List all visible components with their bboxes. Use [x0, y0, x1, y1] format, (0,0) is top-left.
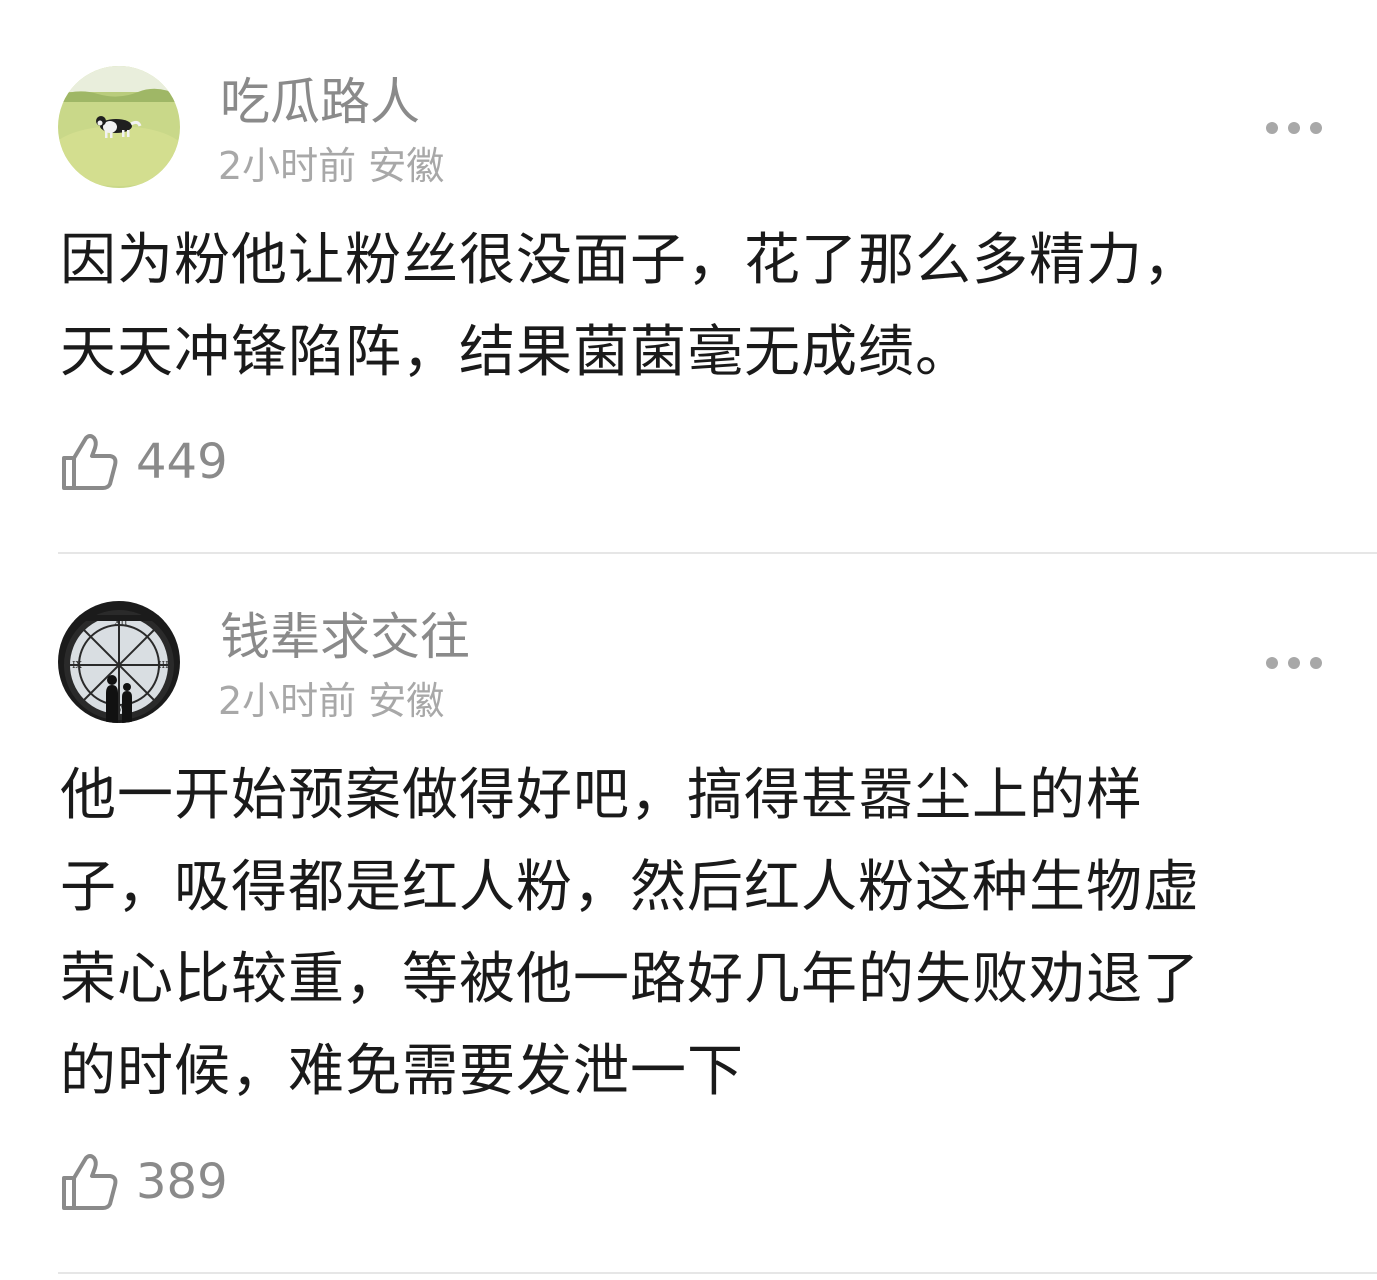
svg-text:IX: IX	[72, 661, 83, 671]
comment-text: 他一开始预案做得好吧，搞得甚嚣尘上的样 子，吸得都是红人粉，然后红人粉这种生物虚…	[60, 750, 1310, 1118]
comment-text-line: 天天冲锋陷阵，结果菌菌毫无成绩。	[60, 320, 972, 385]
comment-text-line: 他一开始预案做得好吧，搞得甚嚣尘上的样	[60, 763, 1143, 828]
user-avatar[interactable]	[58, 66, 180, 188]
comment-text-line: 因为粉他让粉丝很没面子，花了那么多精力，	[60, 228, 1200, 293]
comment-divider	[58, 1272, 1377, 1274]
comment-time: 2小时前	[218, 144, 357, 188]
comment-divider	[58, 552, 1377, 554]
comment-meta: 2小时前 安徽	[218, 678, 444, 724]
username[interactable]: 吃瓜路人	[220, 72, 420, 132]
more-dots-icon	[1266, 122, 1322, 134]
more-button[interactable]	[1262, 118, 1326, 138]
comment-text-line: 的时候，难免需要发泄一下	[60, 1039, 744, 1104]
more-dots-icon	[1266, 657, 1322, 669]
comment-location: 安徽	[368, 679, 445, 723]
like-count: 389	[136, 1154, 228, 1210]
more-button[interactable]	[1262, 653, 1326, 673]
comment-meta: 2小时前 安徽	[218, 143, 444, 189]
thumbs-up-icon	[62, 434, 118, 490]
username[interactable]: 钱辈求交往	[220, 607, 470, 667]
svg-text:III: III	[158, 661, 169, 671]
dog-on-grass-avatar-icon	[58, 66, 180, 188]
thumbs-up-icon	[62, 1154, 118, 1210]
comment-text: 因为粉他让粉丝很没面子，花了那么多精力， 天天冲锋陷阵，结果菌菌毫无成绩。	[60, 215, 1310, 399]
comment-time: 2小时前	[218, 679, 357, 723]
like-count: 449	[136, 434, 228, 490]
comment-location: 安徽	[368, 144, 445, 188]
comment-text-line: 子，吸得都是红人粉，然后红人粉这种生物虚	[60, 855, 1200, 920]
comment-text-line: 荣心比较重，等被他一路好几年的失败劝退了	[60, 947, 1200, 1012]
clock-window-avatar-icon: XII III VI IX	[58, 601, 180, 723]
user-avatar[interactable]: XII III VI IX	[58, 601, 180, 723]
